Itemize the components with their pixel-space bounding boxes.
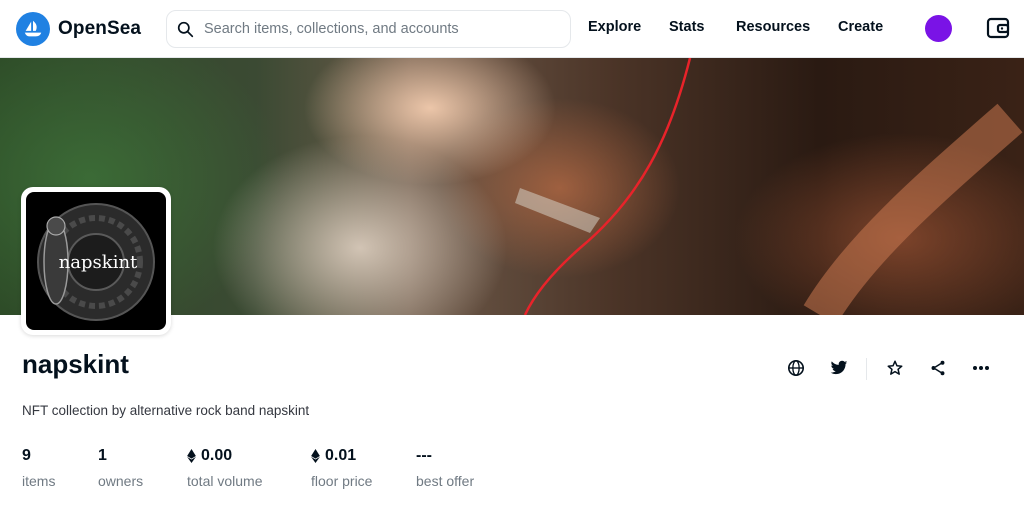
share-button[interactable] xyxy=(925,355,951,381)
search-input[interactable] xyxy=(204,21,544,37)
search-icon xyxy=(177,21,194,37)
stat-label: owners xyxy=(98,473,144,489)
collection-description: NFT collection by alternative rock band … xyxy=(22,403,310,418)
stat-value: 1 xyxy=(98,447,107,464)
stat-value: 9 xyxy=(22,447,31,464)
twitter-button[interactable] xyxy=(826,355,852,381)
favorite-button[interactable] xyxy=(882,355,908,381)
search-bar[interactable] xyxy=(166,10,571,48)
stat-label: best offer xyxy=(416,473,475,489)
opensea-logo[interactable]: OpenSea xyxy=(16,12,141,46)
nav-explore[interactable]: Explore xyxy=(588,19,641,35)
more-icon xyxy=(973,366,989,370)
stat-label: items xyxy=(22,473,56,489)
website-button[interactable] xyxy=(783,355,809,381)
brand-name: OpenSea xyxy=(58,18,142,39)
more-options-button[interactable] xyxy=(968,355,994,381)
twitter-icon xyxy=(830,360,848,375)
collection-avatar: napskint xyxy=(21,187,171,335)
nav-create[interactable]: Create xyxy=(838,19,883,35)
top-navbar: OpenSea Explore Stats Resources Create xyxy=(0,0,1024,58)
actions-divider xyxy=(866,358,867,380)
share-icon xyxy=(931,360,945,376)
nav-stats[interactable]: Stats xyxy=(669,19,704,35)
stat-label: total volume xyxy=(187,473,263,489)
stat-floor-price: 0.01 floor price xyxy=(311,445,372,489)
stat-owners: 1 owners xyxy=(98,445,143,489)
stat-items: 9 items xyxy=(22,445,55,489)
globe-icon xyxy=(787,359,805,377)
stat-value: 0.00 xyxy=(201,447,233,464)
opensea-boat-icon xyxy=(16,12,50,46)
collection-title: napskint xyxy=(22,349,129,379)
stat-label: floor price xyxy=(311,473,373,489)
wallet-icon[interactable] xyxy=(985,15,1011,41)
stat-total-volume: 0.00 total volume xyxy=(187,445,262,489)
napskint-logo-image: napskint xyxy=(26,192,166,330)
profile-avatar[interactable] xyxy=(925,15,952,42)
stat-value: --- xyxy=(416,447,432,464)
nav-resources[interactable]: Resources xyxy=(736,19,810,35)
logo-text: napskint xyxy=(59,252,138,273)
stat-best-offer: --- best offer xyxy=(416,445,474,489)
stat-value: 0.01 xyxy=(325,447,357,464)
ethereum-icon xyxy=(311,449,320,463)
ethereum-icon xyxy=(187,449,196,463)
star-icon xyxy=(887,360,903,375)
